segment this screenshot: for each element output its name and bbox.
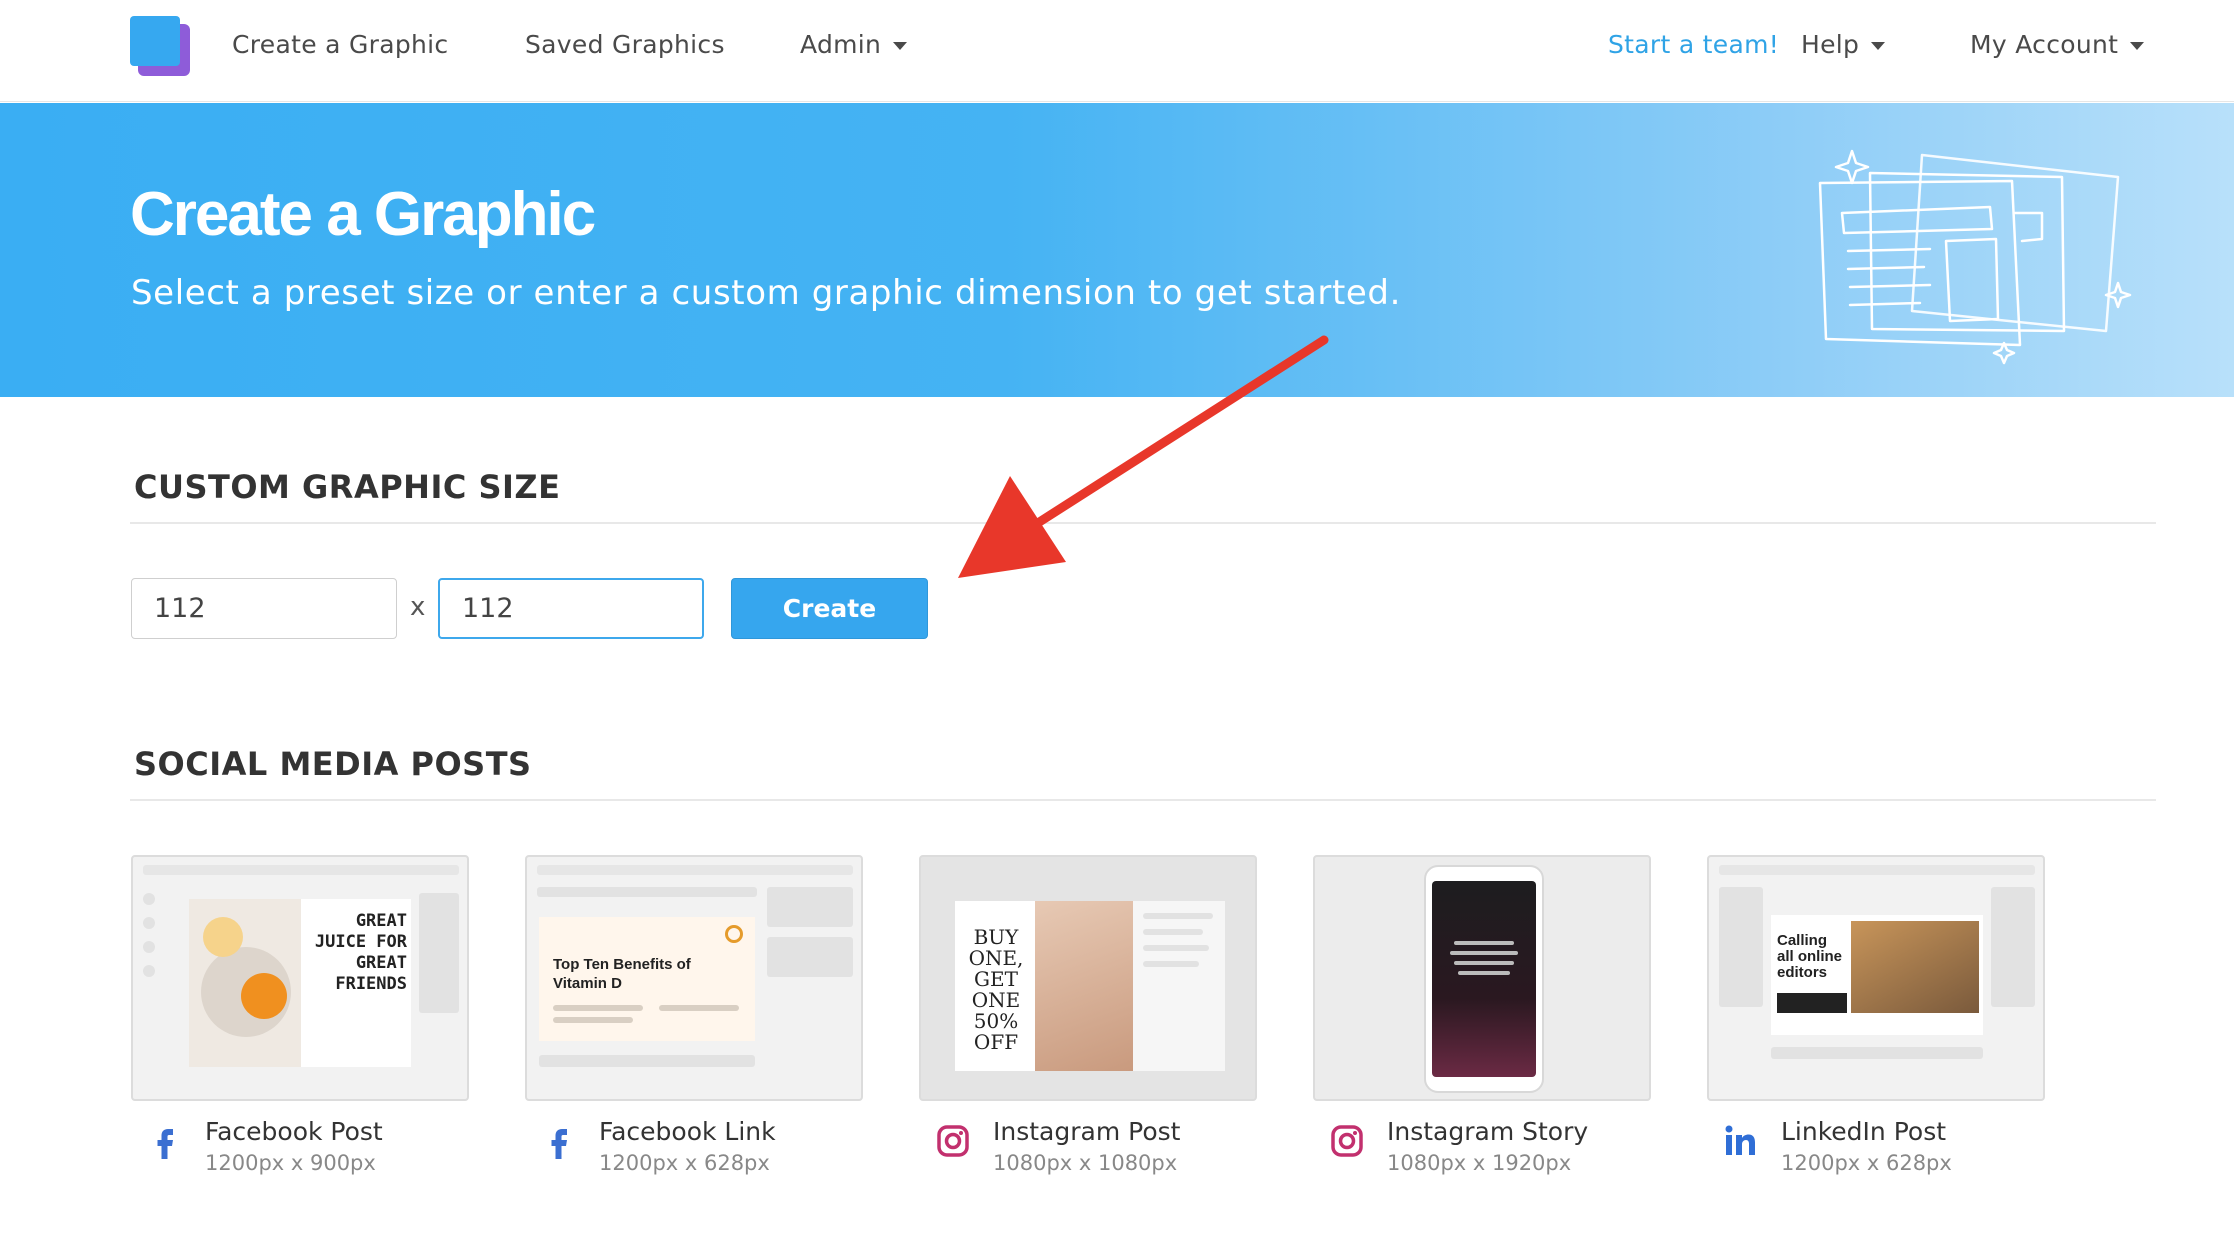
custom-size-heading: CUSTOM GRAPHIC SIZE	[134, 468, 561, 506]
top-nav: Create a Graphic Saved Graphics Admin St…	[0, 0, 2234, 102]
mock-line	[553, 1017, 633, 1023]
app-logo[interactable]	[130, 16, 190, 76]
logo-front-square	[130, 16, 180, 66]
facebook-link-thumbnail[interactable]: Top Ten Benefits of Vitamin D	[525, 855, 863, 1101]
facebook-icon	[551, 1129, 567, 1159]
card-title: Instagram Post	[993, 1117, 1181, 1146]
chevron-down-icon	[893, 42, 908, 50]
linkedin-icon	[1725, 1125, 1755, 1155]
mock-line	[1450, 951, 1518, 955]
mock-line	[537, 887, 757, 897]
mock-line	[539, 1055, 755, 1067]
facebook-icon	[157, 1129, 173, 1159]
card-size: 1200px x 900px	[205, 1151, 376, 1175]
phone-frame	[1424, 865, 1544, 1093]
nav-admin-label: Admin	[800, 30, 882, 59]
nav-saved-graphics[interactable]: Saved Graphics	[525, 30, 725, 59]
link-preview: Top Ten Benefits of Vitamin D	[539, 917, 755, 1041]
dimension-separator: x	[410, 592, 426, 622]
instagram-post-thumbnail[interactable]: BUY ONE, GET ONE 50% OFF	[919, 855, 1257, 1101]
width-input[interactable]	[131, 578, 397, 639]
card-title: Facebook Post	[205, 1117, 383, 1146]
mock-line	[1143, 961, 1199, 967]
chevron-down-icon	[2130, 42, 2145, 50]
card-size: 1200px x 628px	[1781, 1151, 1952, 1175]
nav-help-label: Help	[1801, 30, 1860, 59]
create-button[interactable]: Create	[731, 578, 928, 639]
nav-account-label: My Account	[1970, 30, 2119, 59]
post-image: BUY ONE, GET ONE 50% OFF	[955, 901, 1133, 1071]
instagram-icon	[1331, 1125, 1363, 1157]
page-subtitle: Select a preset size or enter a custom g…	[131, 273, 1402, 313]
mock-side	[767, 937, 853, 977]
story-screen	[1432, 881, 1536, 1077]
mock-header	[143, 865, 459, 875]
mock-dot	[143, 965, 155, 977]
promo-text: BUY ONE, GET ONE 50% OFF	[968, 925, 1024, 1054]
mock-line	[1458, 971, 1510, 975]
red-arrow-annotation	[958, 335, 1329, 578]
mock-header	[1719, 865, 2035, 875]
mock-side	[419, 893, 459, 1013]
facebook-post-thumbnail[interactable]: GREAT JUICE FOR GREAT FRIENDS	[131, 855, 469, 1101]
comment-panel	[1133, 901, 1225, 1071]
mock-line	[1771, 1047, 1983, 1059]
post-headline: GREAT JUICE FOR GREAT FRIENDS	[314, 911, 407, 994]
mock-dot	[143, 893, 155, 905]
linkedin-headline: Calling all online editors	[1777, 932, 1843, 981]
height-input[interactable]	[438, 578, 704, 639]
laptop-photo	[1851, 921, 1979, 1013]
mock-line	[1143, 913, 1213, 919]
card-size: 1080px x 1080px	[993, 1151, 1178, 1175]
mock-line	[1454, 961, 1514, 965]
social-posts-heading: SOCIAL MEDIA POSTS	[134, 745, 532, 783]
hand-photo	[1035, 901, 1133, 1071]
page-title: Create a Graphic	[130, 180, 596, 249]
mock-side	[1719, 887, 1763, 1007]
black-banner	[1777, 993, 1847, 1013]
section-divider	[130, 799, 2156, 801]
mock-line	[1454, 941, 1514, 945]
mock-side	[767, 887, 853, 927]
sun-icon	[725, 925, 743, 943]
nav-my-account-dropdown[interactable]: My Account	[1970, 30, 2145, 59]
mock-line	[553, 1005, 643, 1011]
mock-line	[659, 1005, 739, 1011]
card-size: 1200px x 628px	[599, 1151, 770, 1175]
link-headline: Top Ten Benefits of Vitamin D	[553, 956, 691, 992]
mock-line	[1143, 945, 1209, 951]
chevron-down-icon	[1871, 42, 1886, 50]
nav-start-team[interactable]: Start a team!	[1608, 30, 1779, 59]
nav-admin-dropdown[interactable]: Admin	[800, 30, 908, 59]
card-title: LinkedIn Post	[1781, 1117, 1947, 1146]
instagram-story-thumbnail[interactable]	[1313, 855, 1651, 1101]
orange-shape	[241, 973, 287, 1019]
card-title: Facebook Link	[599, 1117, 776, 1146]
mock-dot	[143, 941, 155, 953]
stacked-cards-illustration	[1818, 149, 2132, 365]
juice-photo	[189, 899, 301, 1067]
post-image: Calling all online editors	[1771, 915, 1983, 1035]
card-size: 1080px x 1920px	[1387, 1151, 1572, 1175]
mock-dot	[143, 917, 155, 929]
mock-header	[537, 865, 853, 875]
mock-side	[1991, 887, 2035, 1007]
nav-help-dropdown[interactable]: Help	[1801, 30, 1886, 59]
card-title: Instagram Story	[1387, 1117, 1589, 1146]
badge-shape	[203, 917, 243, 957]
instagram-icon	[937, 1125, 969, 1157]
post-image: GREAT JUICE FOR GREAT FRIENDS	[189, 899, 411, 1067]
nav-create-graphic[interactable]: Create a Graphic	[232, 30, 448, 59]
linkedin-post-thumbnail[interactable]: Calling all online editors	[1707, 855, 2045, 1101]
mock-line	[1143, 929, 1203, 935]
